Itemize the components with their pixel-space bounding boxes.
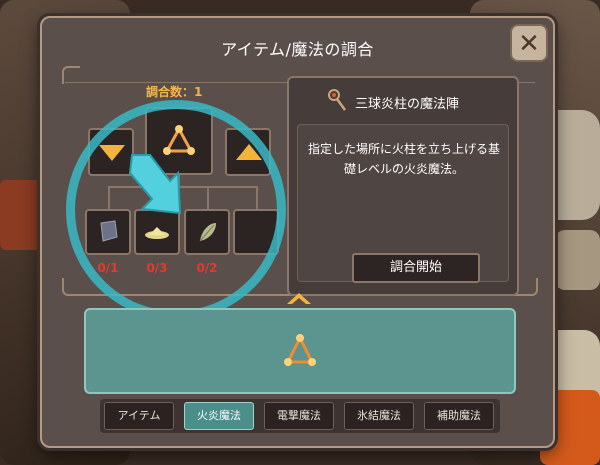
- staff-icon: [328, 89, 347, 111]
- craft-count-label: 調合数：1: [146, 85, 203, 99]
- chevron-up-icon[interactable]: [285, 291, 313, 305]
- background-crate: [0, 180, 45, 250]
- background-rock: [555, 230, 600, 290]
- frame-corner: [62, 66, 80, 84]
- spell-detail-panel: 三球炎柱の魔法陣 指定した場所に火柱を立ち上げる基礎レベルの火炎魔法。 調合開始: [287, 76, 519, 296]
- crafting-window: アイテム/魔法の調合 ✕ 調合数：1 0/1 0/3 0/2 三球炎柱の魔法陣 …: [40, 16, 555, 448]
- spell-description: 指定した場所に火柱を立ち上げる基礎レベルの火炎魔法。: [308, 142, 501, 176]
- tab-support-magic[interactable]: 補助魔法: [424, 402, 494, 430]
- tab-ice-magic[interactable]: 氷結魔法: [344, 402, 414, 430]
- spell-name: 三球炎柱の魔法陣: [355, 97, 460, 112]
- tab-items[interactable]: アイテム: [104, 402, 174, 430]
- spell-list: [84, 308, 516, 394]
- tutorial-arrow-icon: [128, 154, 182, 215]
- fire-triangle-icon: [284, 334, 316, 366]
- tab-lightning-magic[interactable]: 電撃魔法: [264, 402, 334, 430]
- close-button[interactable]: ✕: [510, 24, 548, 62]
- frame-corner: [520, 278, 538, 296]
- category-tabs: アイテム 火炎魔法 電撃魔法 氷結魔法 補助魔法: [100, 399, 500, 433]
- start-crafting-button[interactable]: 調合開始: [352, 253, 480, 283]
- description-box: 指定した場所に火柱を立ち上げる基礎レベルの火炎魔法。 調合開始: [297, 124, 509, 283]
- window-title: アイテム/魔法の調合: [221, 40, 374, 59]
- tab-fire-magic[interactable]: 火炎魔法: [184, 402, 254, 430]
- spell-list-item[interactable]: [281, 332, 319, 370]
